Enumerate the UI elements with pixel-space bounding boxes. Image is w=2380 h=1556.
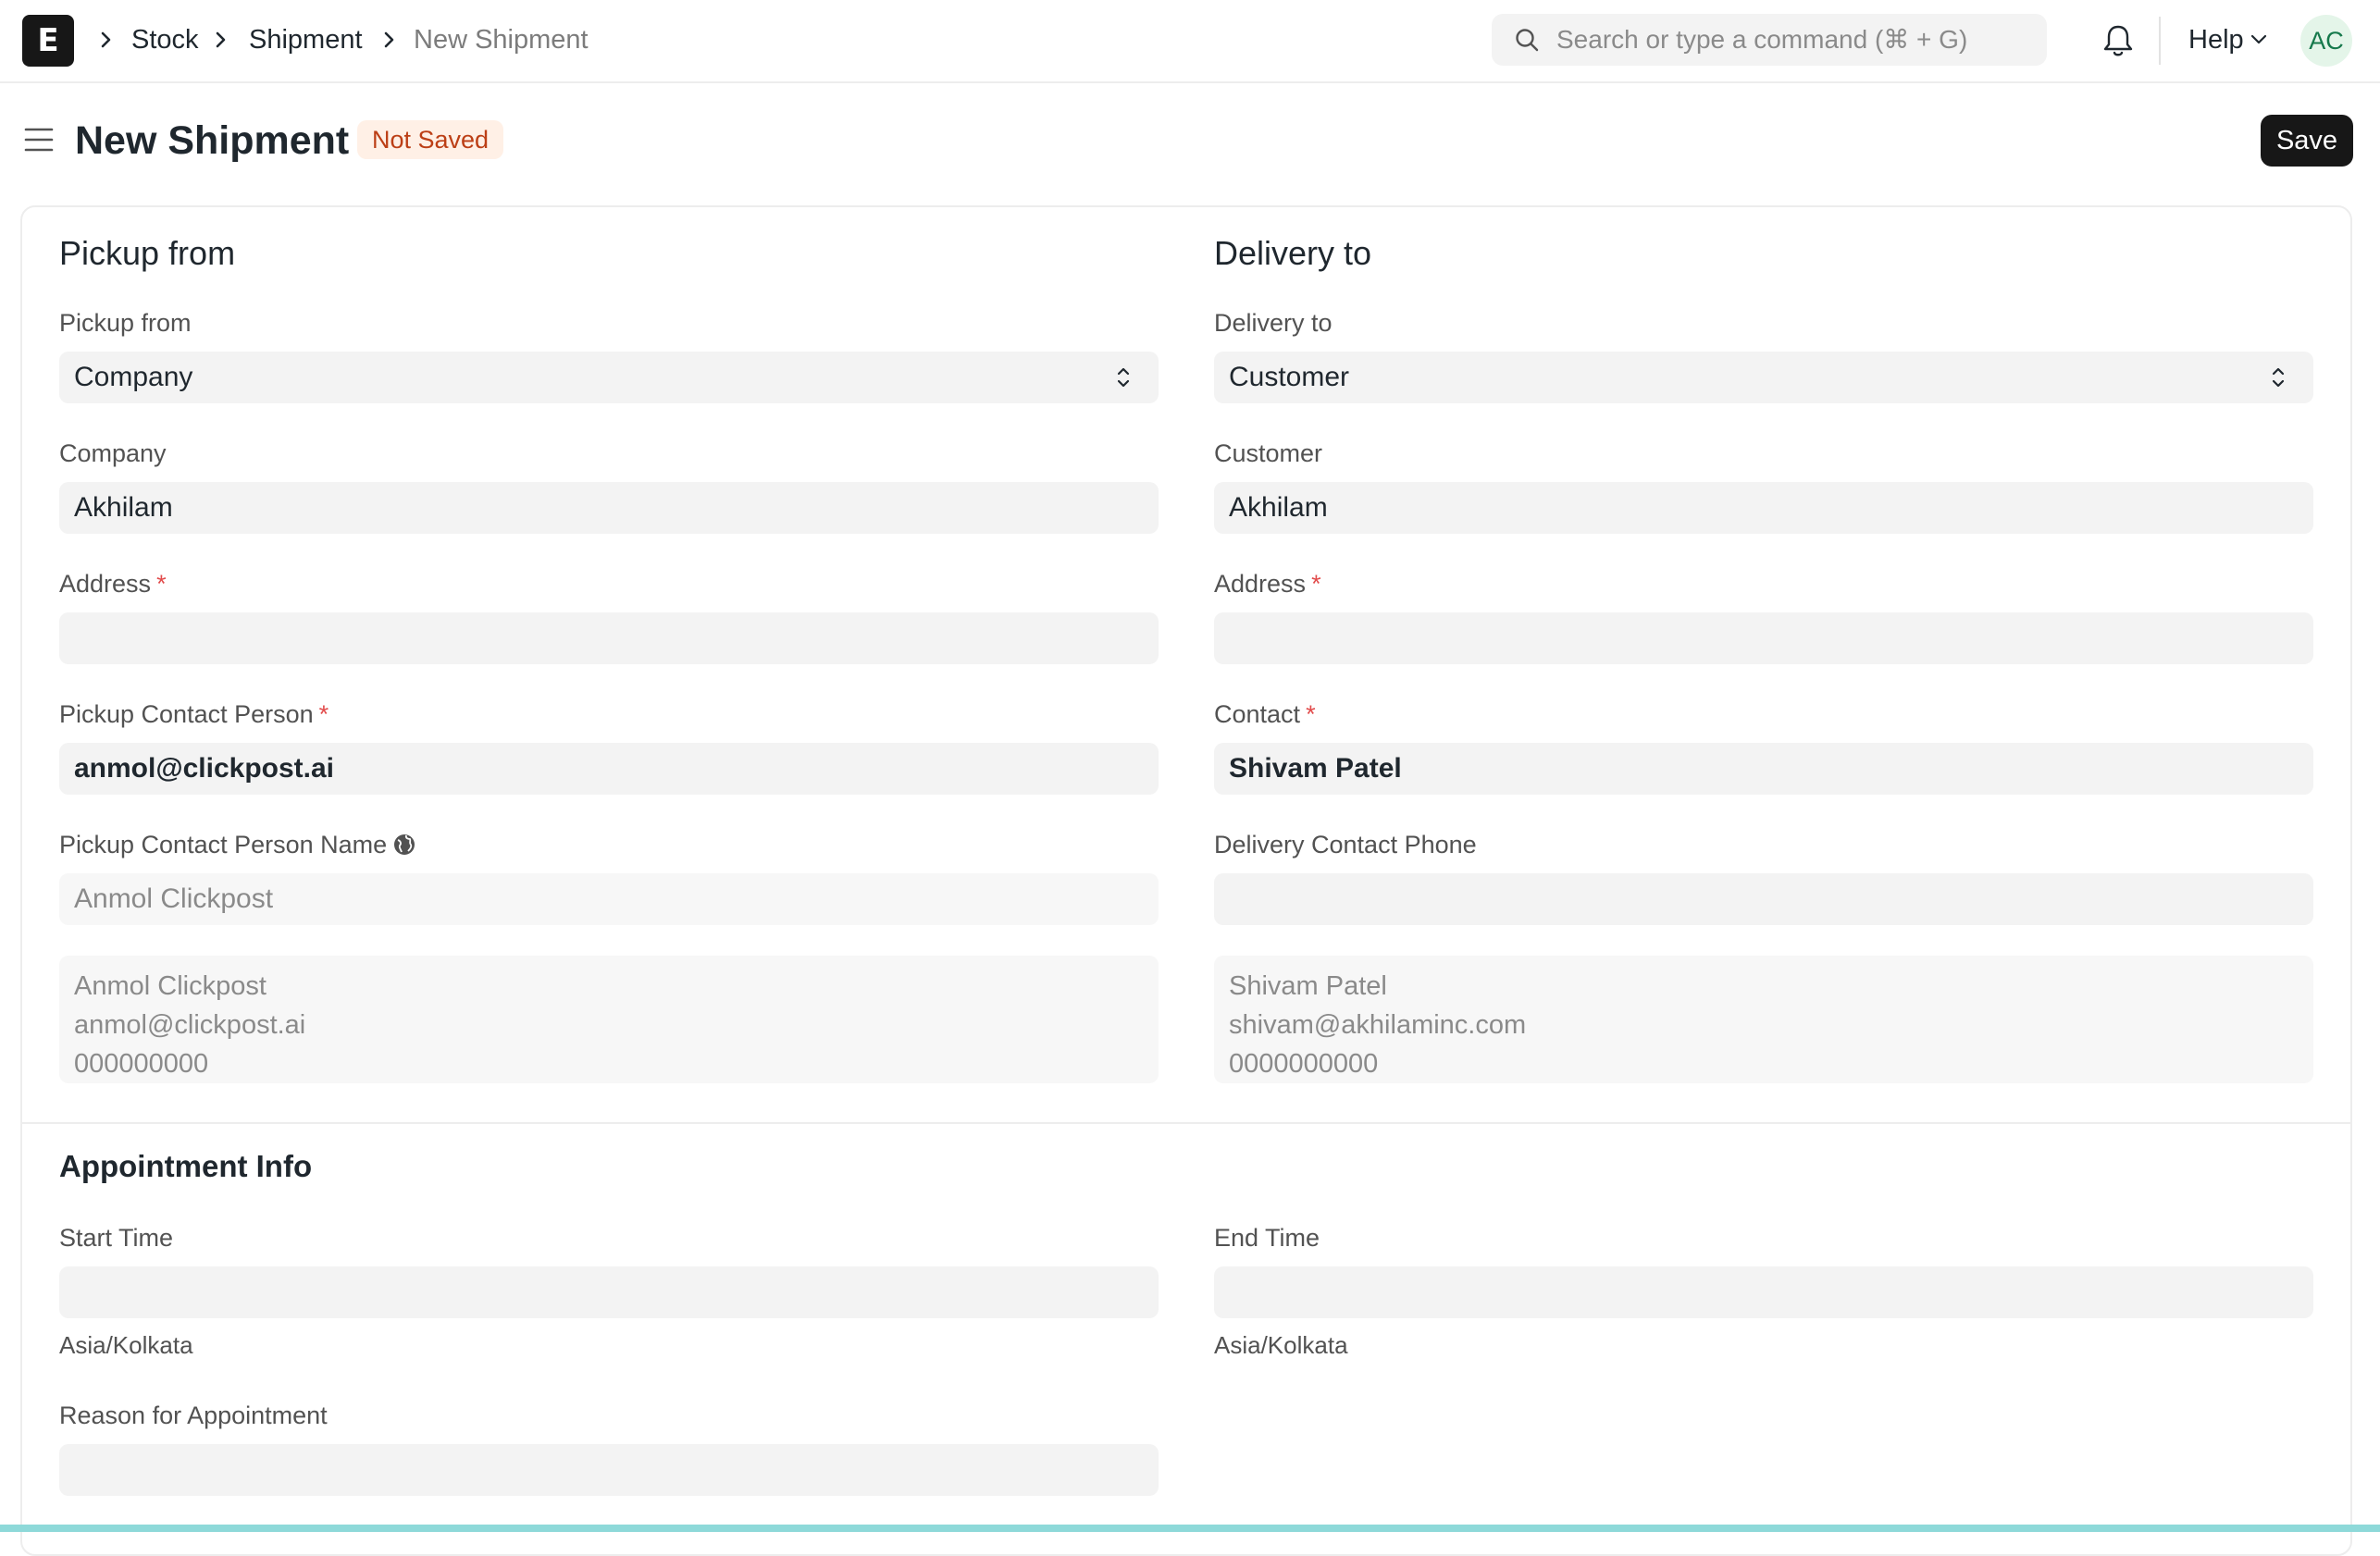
pickup-contact-name-label: Pickup Contact Person Name	[59, 829, 416, 860]
company-label: Company	[59, 439, 167, 467]
delivery-to-value: Customer	[1229, 362, 1350, 392]
delivery-to-select[interactable]: Customer	[1214, 352, 2313, 403]
delivery-phone-field[interactable]	[1214, 873, 2313, 925]
top-navbar: E Stock Shipment New Shipment Help AC	[0, 0, 2380, 83]
pickup-from-value: Company	[74, 362, 193, 392]
navbar-divider	[2159, 17, 2161, 65]
search-bar[interactable]	[1492, 14, 2047, 66]
reason-label: Reason for Appointment	[59, 1402, 328, 1429]
delivery-address-field[interactable]	[1214, 612, 2313, 664]
required-marker: *	[1311, 570, 1321, 598]
pickup-contact-detail-name: Anmol Clickpost	[74, 971, 267, 1001]
delivery-phone-label: Delivery Contact Phone	[1214, 831, 1477, 858]
delivery-contact-detail-email: shivam@akhilaminc.com	[1229, 1010, 1527, 1040]
pickup-address-field[interactable]	[59, 612, 1159, 664]
required-marker: *	[1306, 700, 1316, 728]
end-time-field[interactable]	[1214, 1266, 2313, 1318]
pickup-address-label-text: Address	[59, 570, 152, 598]
notification-bell-icon[interactable]	[2101, 22, 2136, 59]
pickup-contact-details: Anmol Clickpost anmol@clickpost.ai 00000…	[59, 956, 1159, 1083]
delivery-address-label: Address *	[1214, 568, 1321, 599]
select-arrows-icon	[1117, 367, 1130, 388]
pickup-contact-field[interactable]: anmol@clickpost.ai	[59, 743, 1159, 795]
delivery-contact-detail-phone: 0000000000	[1229, 1049, 1379, 1079]
chevron-right-icon	[216, 31, 226, 48]
help-menu[interactable]: Help	[2188, 22, 2244, 57]
pickup-contact-detail-phone: 000000000	[74, 1049, 209, 1079]
delivery-contact-label: Contact *	[1214, 698, 1316, 730]
end-time-label: End Time	[1214, 1224, 1320, 1252]
user-avatar[interactable]: AC	[2300, 15, 2352, 67]
customer-label: Customer	[1214, 439, 1323, 467]
end-time-timezone: Asia/Kolkata	[1214, 1331, 1348, 1359]
app-logo[interactable]: E	[22, 15, 74, 67]
reason-field[interactable]	[59, 1444, 1159, 1496]
bottom-progress-strip	[0, 1525, 2380, 1532]
delivery-section-title: Delivery to	[1214, 234, 1372, 272]
start-time-field[interactable]	[59, 1266, 1159, 1318]
customer-field[interactable]: Akhilam	[1214, 482, 2313, 534]
pickup-contact-label-text: Pickup Contact Person	[59, 700, 314, 728]
save-button[interactable]: Save	[2261, 115, 2353, 167]
delivery-contact-details: Shivam Patel shivam@akhilaminc.com 00000…	[1214, 956, 2313, 1083]
sidebar-toggle-icon[interactable]	[24, 127, 54, 153]
start-time-timezone: Asia/Kolkata	[59, 1331, 193, 1359]
delivery-contact-label-text: Contact	[1214, 700, 1301, 728]
pickup-contact-detail-email: anmol@clickpost.ai	[74, 1010, 306, 1040]
status-badge: Not Saved	[357, 120, 504, 159]
select-arrows-icon	[2272, 367, 2285, 388]
required-marker: *	[318, 700, 329, 728]
pickup-address-label: Address *	[59, 568, 167, 599]
pickup-from-label: Pickup from	[59, 309, 192, 337]
pickup-from-select[interactable]: Company	[59, 352, 1159, 403]
chevron-right-icon	[384, 31, 394, 48]
pickup-section-title: Pickup from	[59, 234, 236, 272]
required-marker: *	[156, 570, 167, 598]
section-divider	[22, 1122, 2350, 1124]
breadcrumb-stock[interactable]: Stock	[131, 22, 199, 57]
chevron-right-icon	[101, 31, 111, 48]
delivery-contact-field[interactable]: Shivam Patel	[1214, 743, 2313, 795]
start-time-label: Start Time	[59, 1224, 174, 1252]
chevron-down-icon[interactable]	[2250, 33, 2267, 46]
delivery-contact-detail-name: Shivam Patel	[1229, 971, 1387, 1001]
pickup-contact-label: Pickup Contact Person *	[59, 698, 328, 730]
globe-icon	[394, 834, 415, 855]
pickup-contact-name-field[interactable]: Anmol Clickpost	[59, 873, 1159, 925]
pickup-contact-name-label-text: Pickup Contact Person Name	[59, 831, 388, 858]
search-input[interactable]	[1556, 14, 2019, 66]
company-field[interactable]: Akhilam	[59, 482, 1159, 534]
search-icon	[1516, 29, 1539, 52]
breadcrumb-shipment[interactable]: Shipment	[249, 22, 363, 57]
breadcrumb-new-shipment[interactable]: New Shipment	[414, 22, 589, 57]
appointment-section-title: Appointment Info	[59, 1149, 313, 1183]
delivery-to-label: Delivery to	[1214, 309, 1333, 337]
delivery-address-label-text: Address	[1214, 570, 1307, 598]
page-title: New Shipment	[75, 118, 350, 163]
